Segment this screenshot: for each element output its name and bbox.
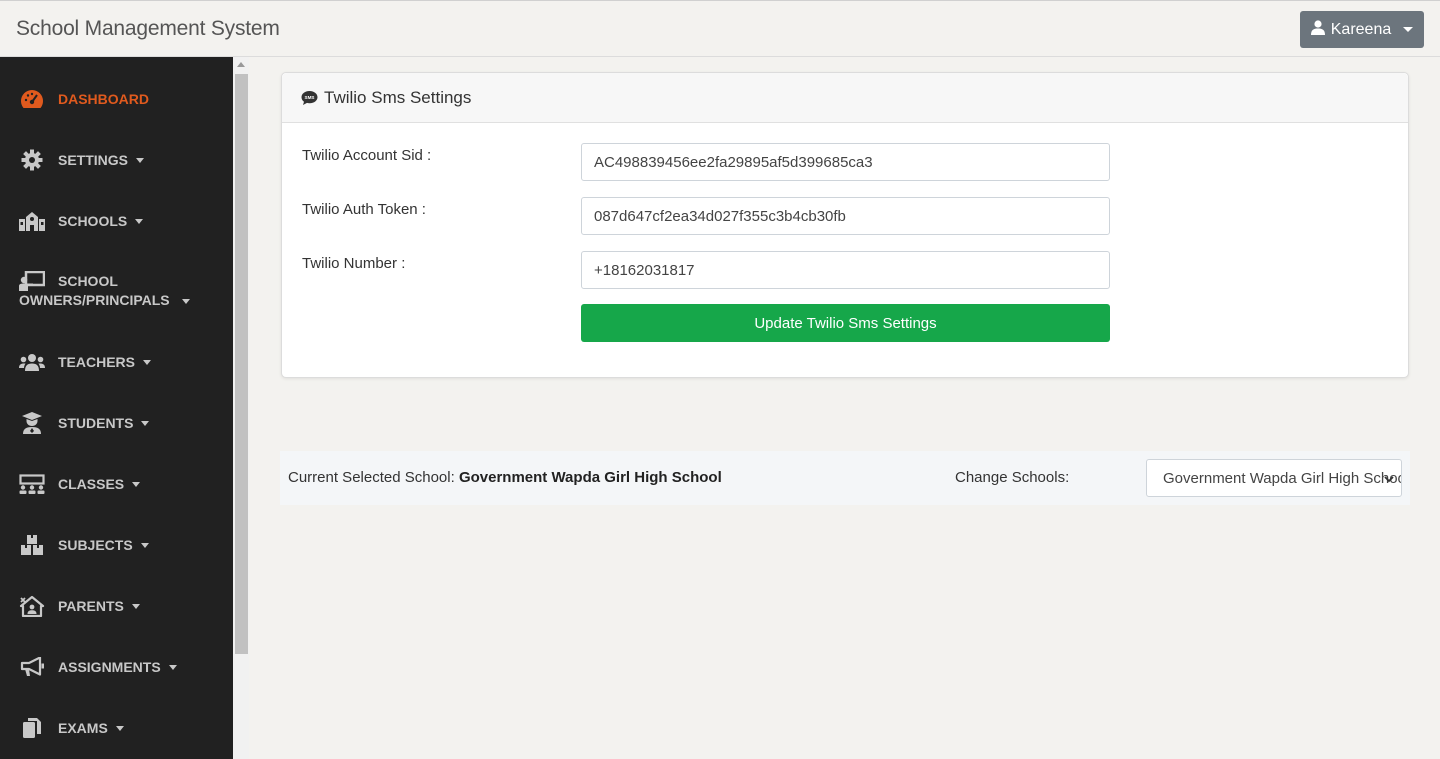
current-school-name: Government Wapda Girl High School (458, 469, 722, 486)
sidebar-item-settings[interactable]: SETTINGS (19, 148, 145, 172)
school-icon (19, 209, 45, 233)
sidebar-item-subjects[interactable]: SUBJECTS (19, 533, 149, 557)
chevron-down-icon (181, 298, 190, 304)
account-sid-input[interactable]: AC498839456ee2fa29895af5d399685ca3 (581, 143, 1110, 181)
sidebar-item-teachers[interactable]: TEACHERS (19, 350, 152, 374)
user-name: Kareena (1330, 20, 1392, 38)
sidebar-item-label: SETTINGS (58, 152, 129, 168)
card-title: Twilio Sms Settings (324, 87, 472, 107)
chevron-down-icon (168, 664, 177, 670)
sidebar-item-label: TEACHERS (58, 354, 136, 370)
change-schools-label: Change Schools: (955, 469, 1070, 486)
gear-icon (19, 148, 45, 172)
chevron-down-icon (1383, 472, 1395, 489)
twilio-settings-card: SMS Twilio Sms Settings Twilio Account S… (281, 72, 1409, 378)
twilio-number-label: Twilio Number : (302, 255, 406, 272)
bullhorn-icon (19, 655, 45, 679)
sidebar-item-label: SUBJECTS (58, 537, 133, 553)
sidebar-item-label: STUDENTS (58, 415, 134, 431)
chevron-down-icon (115, 725, 124, 731)
chevron-down-icon (131, 603, 140, 609)
auth-token-label: Twilio Auth Token : (302, 201, 426, 218)
sidebar-item-label: ASSIGNMENTS (58, 659, 161, 675)
scrollbar-thumb[interactable] (235, 74, 248, 654)
boxes-icon (19, 533, 45, 557)
sidebar-item-label: PARENTS (58, 598, 124, 614)
user-icon (1310, 19, 1325, 40)
sidebar-item-schools[interactable]: SCHOOLS (19, 209, 144, 233)
sidebar-scrollbar[interactable] (233, 57, 249, 759)
svg-text:SMS: SMS (305, 95, 315, 100)
chalkboard-teacher-icon (19, 271, 45, 291)
card-header: SMS Twilio Sms Settings (282, 73, 1408, 123)
auth-token-row: Twilio Auth Token : 087d647cf2ea34d027f3… (302, 197, 1392, 235)
update-settings-button[interactable]: Update Twilio Sms Settings (581, 304, 1110, 342)
chevron-down-icon (141, 420, 150, 426)
twilio-number-row: Twilio Number : +18162031817 (302, 251, 1392, 289)
chevron-down-icon (140, 542, 149, 548)
sidebar-item-parents[interactable]: PARENTS (19, 594, 140, 618)
chevron-down-icon (136, 157, 145, 163)
chevron-down-icon (143, 359, 152, 365)
copy-icon (19, 716, 45, 740)
sidebar-item-label: EXAMS (58, 720, 108, 736)
auth-token-input[interactable]: 087d647cf2ea34d027f355c3b4cb30fb (581, 197, 1110, 235)
user-menu-button[interactable]: Kareena (1300, 11, 1424, 48)
sms-icon: SMS (301, 90, 318, 106)
sidebar-item-assignments[interactable]: ASSIGNMENTS (19, 655, 177, 679)
school-selection-bar: Current Selected School: Government Wapd… (280, 451, 1410, 505)
school-select-value: Government Wapda Girl High School (1163, 469, 1402, 487)
app-title[interactable]: School Management System (16, 17, 280, 41)
sidebar-item-students[interactable]: STUDENTS (19, 411, 150, 435)
sidebar-item-label: SCHOOLS (58, 213, 128, 229)
scroll-up-arrow-icon[interactable] (237, 62, 245, 67)
sidebar-item-exams[interactable]: EXAMS (19, 716, 124, 740)
sidebar-item-dashboard[interactable]: DASHBOARD (19, 87, 149, 111)
sidebar-item-label-line2: OWNERS/PRINCIPALS (19, 292, 170, 308)
sidebar-item-classes[interactable]: CLASSES (19, 472, 141, 496)
sidebar-item-label: DASHBOARD (58, 91, 149, 107)
top-navbar: School Management System Kareena (0, 0, 1440, 57)
sidebar-item-school-owners[interactable]: SCHOOL OWNERS/PRINCIPALS (19, 271, 190, 310)
users-icon (19, 350, 45, 374)
current-school: Current Selected School: Government Wapd… (288, 469, 722, 486)
account-sid-row: Twilio Account Sid : AC498839456ee2fa298… (302, 143, 1392, 181)
school-select[interactable]: Government Wapda Girl High School (1146, 459, 1402, 497)
current-school-label: Current Selected School: (288, 469, 455, 486)
sidebar-item-label-line1: SCHOOL (58, 272, 118, 289)
house-user-icon (19, 594, 45, 618)
sidebar-item-label: CLASSES (58, 476, 125, 492)
graduate-icon (19, 411, 45, 435)
chevron-down-icon (1403, 27, 1414, 32)
chevron-down-icon (135, 218, 144, 224)
account-sid-label: Twilio Account Sid : (302, 147, 432, 164)
chevron-down-icon (132, 481, 141, 487)
twilio-number-input[interactable]: +18162031817 (581, 251, 1110, 289)
tachometer-icon (19, 87, 45, 111)
classroom-icon (19, 472, 45, 496)
sidebar: DASHBOARD SETTINGS SCHOOLS SCHOOL OWNERS… (0, 57, 233, 759)
